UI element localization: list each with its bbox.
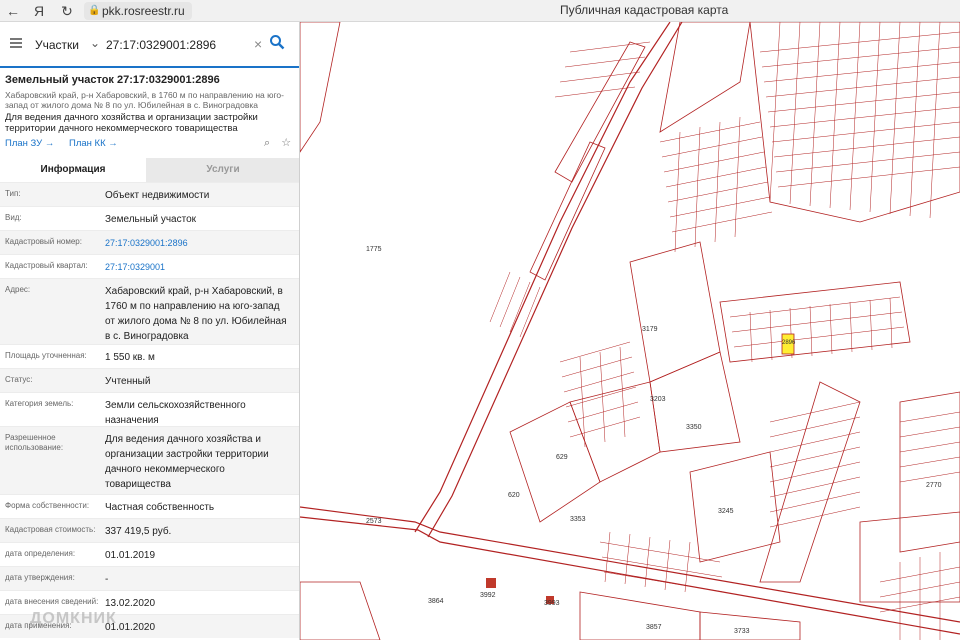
info-label: Кадастровый квартал: — [5, 261, 88, 270]
info-label: дата определения: — [5, 549, 76, 558]
parcel-address: Хабаровский край, р-н Хабаровский, в 176… — [5, 90, 284, 110]
menu-icon[interactable] — [10, 38, 22, 48]
browser-logo-icon[interactable]: Я — [30, 2, 48, 20]
info-label: Тип: — [5, 189, 21, 198]
building-icon — [486, 578, 496, 588]
info-label: Адрес: — [5, 285, 31, 294]
info-row-land-category: Категория земель: Земли сельскохозяйстве… — [0, 392, 299, 426]
info-row-determination-date: дата определения: 01.01.2019 — [0, 542, 299, 566]
info-label: Разрешенное использование: — [5, 433, 64, 452]
tab-information[interactable]: Информация — [0, 158, 146, 182]
info-label: Категория земель: — [5, 399, 74, 408]
parcel-label[interactable]: 3203 — [650, 396, 666, 403]
parcel-label[interactable]: 3245 — [718, 508, 734, 515]
tab-services[interactable]: Услуги — [146, 158, 299, 182]
parcel-label[interactable]: 3993 — [544, 600, 560, 607]
info-label: Площадь уточненная: — [5, 351, 87, 360]
zoom-to-icon[interactable]: ⌕ — [264, 137, 270, 149]
page-title: Публичная кадастровая карта — [560, 3, 729, 17]
info-row-type: Тип: Объект недвижимости — [0, 182, 299, 206]
search-input[interactable] — [106, 36, 256, 54]
star-icon[interactable]: ☆ — [281, 137, 291, 149]
address-text: pkk.rosreestr.ru — [102, 4, 185, 18]
search-type-select[interactable]: Участки — [35, 38, 79, 52]
info-row-cadastral-value: Кадастровая стоимость: 337 419,5 руб. — [0, 518, 299, 542]
parcel-label[interactable]: 2770 — [926, 482, 942, 489]
parcel-label[interactable]: 620 — [508, 492, 520, 499]
cadastral-map[interactable]: 1775 3179 3203 3350 629 620 3353 3245 27… — [300, 22, 960, 640]
parcel-label[interactable]: 3864 — [428, 598, 444, 605]
info-label: Вид: — [5, 213, 22, 222]
parcel-label[interactable]: 629 — [556, 454, 568, 461]
info-row-address: Адрес: Хабаровский край, р-н Хабаровский… — [0, 278, 299, 344]
back-icon[interactable]: ← — [4, 2, 22, 20]
info-row-cadastral-quarter: Кадастровый квартал: 27:17:0329001 — [0, 254, 299, 278]
clear-icon[interactable]: × — [254, 36, 262, 52]
watermark: ДОМКНИК — [30, 610, 117, 627]
search-icon[interactable] — [269, 34, 285, 50]
parcel-label[interactable]: 3179 — [642, 326, 658, 333]
parcel-label[interactable]: 1775 — [366, 246, 382, 253]
parcel-usage: Для ведения дачного хозяйства и организа… — [5, 112, 258, 134]
parcel-label[interactable]: 3733 — [734, 628, 750, 635]
info-label: дата утверждения: — [5, 573, 75, 582]
browser-toolbar: ← Я ↻ 🔒 pkk.rosreestr.ru Публичная кадас… — [0, 0, 960, 22]
info-row-status: Статус: Учтенный — [0, 368, 299, 392]
map-canvas[interactable] — [300, 22, 960, 640]
parcel-label[interactable]: 3992 — [480, 592, 496, 599]
info-label: дата внесения сведений: — [5, 597, 99, 606]
info-row-permitted-use: Разрешенное использование: Для ведения д… — [0, 426, 299, 494]
plan-zu-link[interactable]: План ЗУ → — [5, 138, 54, 149]
info-label: Статус: — [5, 375, 33, 384]
parcel-title: Земельный участок 27:17:0329001:2896 — [5, 74, 220, 86]
reload-icon[interactable]: ↻ — [58, 2, 76, 20]
info-panel: Участки ⌄ × Земельный участок 27:17:0329… — [0, 22, 300, 640]
parcel-label[interactable]: 2573 — [366, 518, 382, 525]
info-row-area: Площадь уточненная: 1 550 кв. м — [0, 344, 299, 368]
parcel-label[interactable]: 3857 — [646, 624, 662, 631]
info-label: Кадастровая стоимость: — [5, 525, 96, 534]
info-row-kind: Вид: Земельный участок — [0, 206, 299, 230]
tab-bar: Информация Услуги — [0, 158, 299, 182]
info-row-approval-date: дата утверждения: - — [0, 566, 299, 590]
info-row-ownership: Форма собственности: Частная собственнос… — [0, 494, 299, 518]
selected-parcel-label[interactable]: 2896 — [782, 340, 795, 346]
chevron-down-icon[interactable]: ⌄ — [90, 36, 100, 50]
parcel-label[interactable]: 3350 — [686, 424, 702, 431]
info-label: Форма собственности: — [5, 501, 90, 510]
address-bar[interactable]: 🔒 pkk.rosreestr.ru — [84, 2, 192, 20]
info-label: Кадастровый номер: — [5, 237, 82, 246]
info-row-cadastral-number: Кадастровый номер: 27:17:0329001:2896 — [0, 230, 299, 254]
plan-kk-link[interactable]: План КК → — [69, 138, 118, 149]
parcel-label[interactable]: 3353 — [570, 516, 586, 523]
info-table: Тип: Объект недвижимости Вид: Земельный … — [0, 182, 299, 638]
search-bar: Участки ⌄ × — [0, 22, 299, 68]
lock-icon: 🔒 — [88, 5, 101, 16]
